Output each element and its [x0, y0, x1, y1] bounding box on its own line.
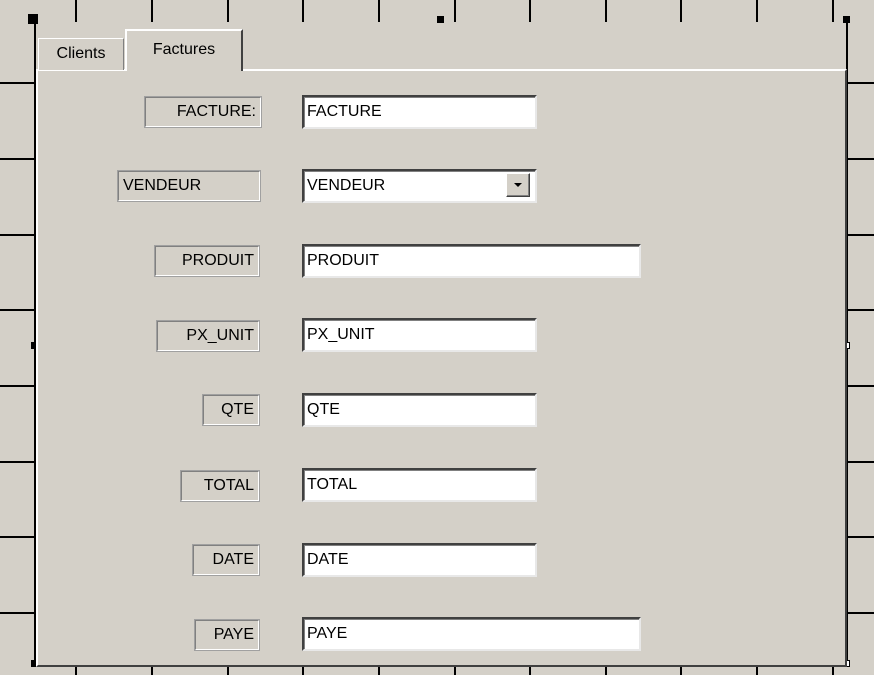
chevron-down-icon [514, 183, 522, 187]
vendeur-combo-value: VENDEUR [307, 177, 386, 194]
px-unit-field[interactable]: PX_UNIT [302, 318, 537, 352]
facture-label: FACTURE: [144, 96, 262, 128]
grid-tick [0, 158, 38, 160]
grid-tick [0, 234, 38, 236]
grid-tick [605, 0, 607, 22]
grid-tick [832, 0, 834, 22]
form-designer-canvas: Clients Factures FACTURE: FACTURE VENDEU… [0, 0, 874, 675]
grid-tick [378, 0, 380, 22]
resize-handle-top-right[interactable] [843, 16, 850, 23]
vendeur-dropdown-button[interactable] [506, 173, 530, 197]
resize-handle-top-left[interactable] [28, 14, 38, 24]
grid-tick [680, 0, 682, 22]
grid-tick [846, 536, 874, 538]
paye-label: PAYE [194, 619, 260, 651]
grid-tick [0, 461, 38, 463]
grid-tick [227, 0, 229, 22]
resize-handle-top-center[interactable] [437, 16, 444, 23]
grid-tick [846, 385, 874, 387]
grid-tick [302, 0, 304, 22]
qte-field[interactable]: QTE [302, 393, 537, 427]
grid-tick [75, 0, 77, 22]
grid-tick [0, 612, 38, 614]
vendeur-label: VENDEUR [117, 170, 261, 202]
vendeur-combo[interactable]: VENDEUR [302, 169, 537, 203]
grid-tick [846, 461, 874, 463]
facture-field[interactable]: FACTURE [302, 95, 537, 129]
px-unit-label: PX_UNIT [156, 320, 260, 352]
grid-tick [846, 612, 874, 614]
grid-tick [846, 158, 874, 160]
grid-tick [0, 309, 38, 311]
tab-factures[interactable]: Factures [125, 29, 243, 71]
date-label: DATE [192, 544, 260, 576]
grid-tick [846, 234, 874, 236]
date-field[interactable]: DATE [302, 543, 537, 577]
grid-tick [756, 0, 758, 22]
qte-label: QTE [202, 394, 260, 426]
tab-page-factures [36, 69, 847, 667]
grid-tick [846, 309, 874, 311]
produit-label: PRODUIT [154, 245, 260, 277]
total-label: TOTAL [180, 470, 260, 502]
paye-field[interactable]: PAYE [302, 617, 641, 651]
tab-clients[interactable]: Clients [38, 38, 124, 70]
grid-tick [0, 536, 38, 538]
total-field[interactable]: TOTAL [302, 468, 537, 502]
grid-tick [846, 82, 874, 84]
grid-tick [0, 385, 38, 387]
grid-tick [454, 0, 456, 22]
produit-field[interactable]: PRODUIT [302, 244, 641, 278]
grid-tick [151, 0, 153, 22]
grid-tick [0, 82, 38, 84]
grid-tick [529, 0, 531, 22]
